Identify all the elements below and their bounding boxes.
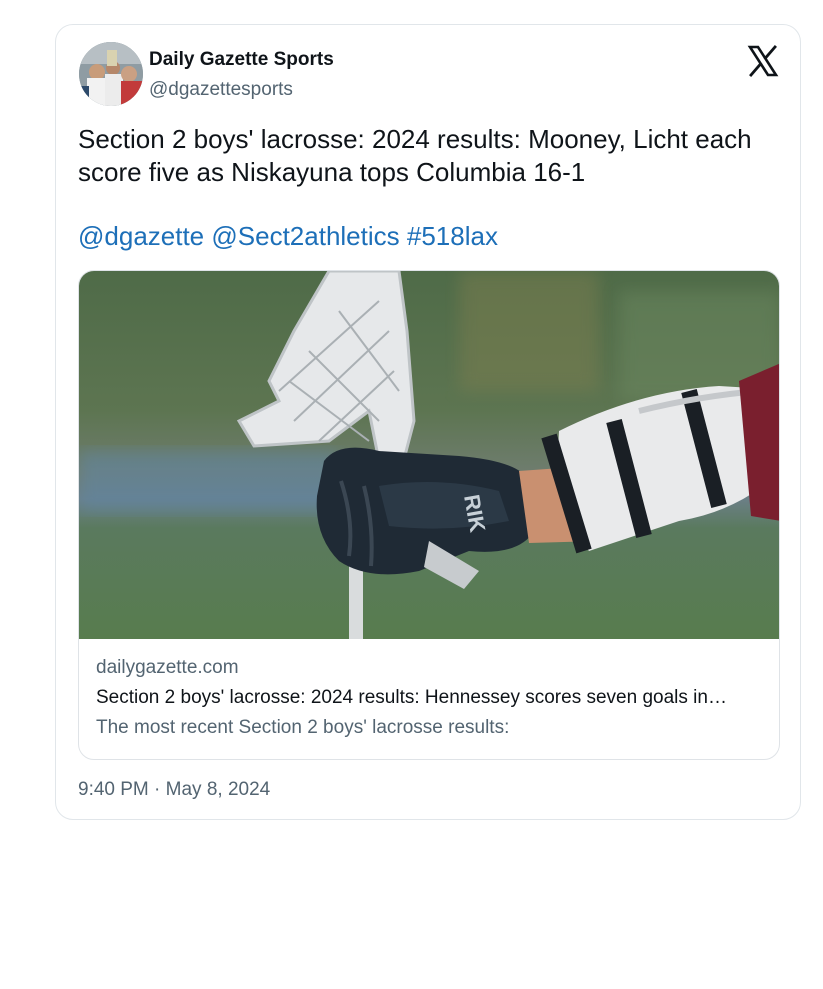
x-logo-icon[interactable] [747, 45, 779, 77]
team-photo-avatar [79, 42, 143, 106]
hashtag-518lax[interactable]: #518lax [407, 221, 498, 251]
author-handle[interactable]: @dgazettesports [149, 79, 293, 101]
tweet-card: Daily Gazette Sports @dgazettesports Sec… [55, 24, 801, 820]
link-preview-card[interactable]: RIK dailygazette.com Section 2 boys' lac… [78, 270, 780, 760]
tweet-mentions: @dgazette @Sect2athletics #518lax [78, 220, 498, 253]
mention-dgazette[interactable]: @dgazette [78, 221, 204, 251]
tweet-text: Section 2 boys' lacrosse: 2024 results: … [78, 124, 752, 187]
link-title[interactable]: Section 2 boys' lacrosse: 2024 results: … [96, 687, 764, 709]
link-domain: dailygazette.com [96, 657, 239, 678]
link-description: The most recent Section 2 boys' lacrosse… [96, 717, 510, 738]
tweet-timestamp[interactable]: 9:40 PM · May 8, 2024 [78, 779, 270, 801]
mention-sect2athletics[interactable]: @Sect2athletics [211, 221, 399, 251]
author-name[interactable]: Daily Gazette Sports [149, 49, 334, 71]
author-avatar[interactable] [79, 42, 143, 106]
lacrosse-stick-photo: RIK [79, 271, 779, 639]
